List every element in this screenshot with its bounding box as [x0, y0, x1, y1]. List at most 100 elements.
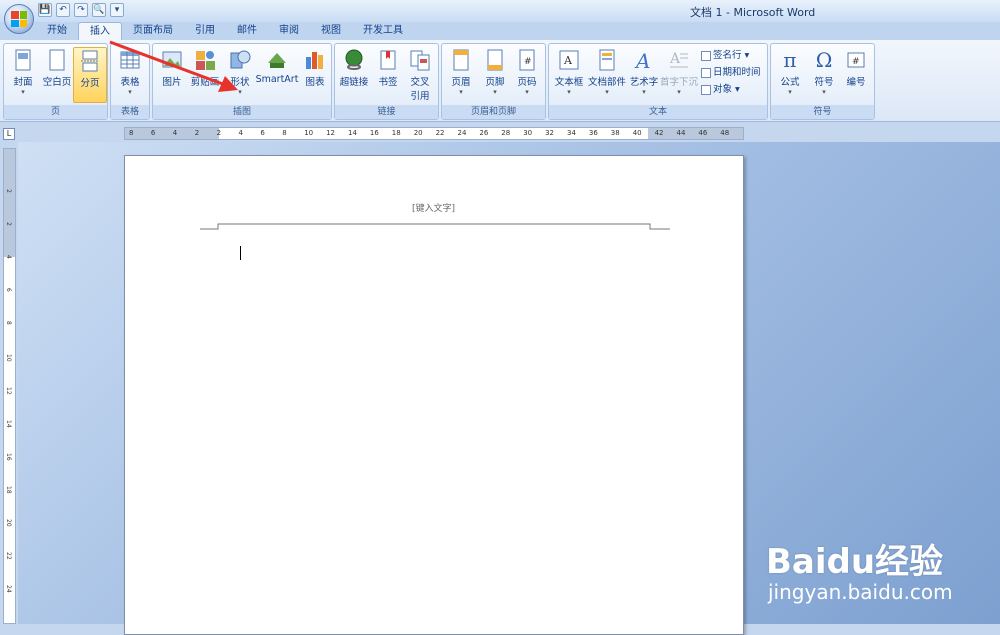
baidu-logo: Baidu经验 [766, 542, 944, 582]
undo-button[interactable]: ↶ [56, 3, 70, 17]
print-preview-button[interactable]: 🔍 [92, 3, 106, 17]
office-button[interactable] [4, 4, 34, 34]
equation-label: 公式 [780, 77, 800, 88]
symbol-button[interactable]: Ω 符号 ▾ [807, 47, 841, 103]
ruler-tick: 4 [172, 129, 178, 137]
table-label: 表格 [120, 77, 140, 88]
date-time-label: 日期和时间 [713, 67, 761, 78]
tab-selector-button[interactable]: L [3, 128, 15, 140]
header-button[interactable]: 页眉 ▾ [444, 47, 478, 103]
document-page[interactable]: [键入文字] [124, 155, 744, 635]
date-time-button[interactable]: 日期和时间 [701, 66, 761, 80]
object-icon [701, 84, 711, 95]
tab-references[interactable]: 引用 [184, 22, 226, 40]
customize-qat-button[interactable]: ▾ [110, 3, 124, 17]
hyperlink-label: 超链接 [339, 77, 369, 88]
group-symbols-label: 符号 [771, 105, 874, 119]
text-box-label: 文本框 [554, 77, 584, 88]
footer-label: 页脚 [485, 77, 505, 88]
text-box-button[interactable]: A 文本框 ▾ [551, 47, 587, 103]
ruler-tick: 6 [150, 129, 156, 137]
ruler-tick: 24 [5, 585, 12, 593]
drop-cap-button[interactable]: A 首字下沉 ▾ [659, 47, 699, 103]
svg-text:A: A [563, 54, 573, 67]
numbering-button[interactable]: # 编号 [839, 47, 873, 103]
quick-parts-label: 文档部件 [587, 77, 626, 88]
cross-reference-label-1: 交叉 [410, 77, 430, 88]
ruler-tick: 4 [5, 255, 12, 259]
ruler-tick: 8 [129, 129, 134, 137]
chart-label: 图表 [305, 77, 325, 88]
footer-icon [487, 49, 503, 71]
table-icon [120, 51, 140, 69]
tab-developer[interactable]: 开发工具 [352, 22, 414, 40]
hyperlink-icon [345, 49, 363, 70]
wordart-icon: A [634, 49, 650, 71]
tab-insert[interactable]: 插入 [78, 22, 122, 40]
vertical-ruler[interactable]: 2 2 4 6 8 10 12 14 16 18 20 22 24 [3, 148, 16, 624]
ruler-tick: 10 [5, 354, 12, 362]
hyperlink-button[interactable]: 超链接 [337, 47, 371, 103]
ruler-tick: 16 [5, 453, 12, 461]
ruler-tick: 22 [5, 552, 12, 560]
picture-label: 图片 [162, 77, 182, 88]
ruler-tick: 8 [282, 129, 287, 137]
signature-line-icon [701, 50, 711, 61]
redo-button[interactable]: ↷ [74, 3, 88, 17]
page-break-button[interactable]: 分页 [73, 47, 107, 103]
save-button[interactable]: 💾 [38, 3, 52, 17]
header-placeholder-text[interactable]: [键入文字] [412, 201, 455, 214]
table-button[interactable]: 表格 ▾ [113, 47, 147, 103]
text-cursor [240, 246, 241, 260]
svg-text:A: A [634, 49, 650, 71]
header-divider [200, 223, 670, 230]
group-pages-label: 页 [4, 105, 107, 119]
picture-button[interactable]: 图片 [155, 47, 189, 103]
symbol-label: 符号 [814, 77, 834, 88]
object-button[interactable]: 对象 ▾ [701, 83, 740, 97]
ruler-tick: 38 [610, 129, 620, 137]
equation-button[interactable]: π 公式 ▾ [773, 47, 807, 103]
ruler-tick: 12 [5, 387, 12, 395]
bookmark-label: 书签 [378, 77, 398, 88]
tab-mailings[interactable]: 邮件 [226, 22, 268, 40]
bookmark-button[interactable]: 书签 [371, 47, 405, 103]
ruler-tick: 6 [5, 288, 12, 292]
group-text-label: 文本 [549, 105, 767, 119]
quick-parts-button[interactable]: 文档部件 ▾ [587, 47, 627, 103]
ruler-tick: 14 [348, 129, 357, 137]
wordart-button[interactable]: A 艺术字 ▾ [627, 47, 661, 103]
group-tables: 表格 ▾ 表格 [110, 43, 150, 120]
blank-page-button[interactable]: 空白页 [40, 47, 74, 103]
smartart-button[interactable]: SmartArt [255, 47, 299, 103]
quick-parts-icon [599, 49, 615, 71]
picture-icon [162, 51, 182, 68]
cover-page-label: 封面 [13, 77, 33, 88]
group-header-footer: 页眉 ▾ 页脚 ▾ # 页码 ▾ 页眉和页脚 [441, 43, 546, 120]
cross-reference-button[interactable]: 交叉 引用 [403, 47, 437, 103]
page-number-button[interactable]: # 页码 ▾ [510, 47, 544, 103]
ruler-tick: 20 [413, 129, 423, 137]
chart-button[interactable]: 图表 [298, 47, 332, 103]
shapes-button[interactable]: 形状 ▾ [223, 47, 257, 103]
blank-page-label: 空白页 [42, 77, 72, 88]
clip-art-button[interactable]: 剪贴画 [187, 47, 223, 103]
tab-page-layout[interactable]: 页面布局 [122, 22, 184, 40]
ruler-tick: 48 [720, 129, 730, 137]
signature-line-button[interactable]: 签名行 ▾ [701, 49, 749, 63]
ruler-tick: 16 [369, 129, 379, 137]
tab-review[interactable]: 审阅 [268, 22, 310, 40]
footer-button[interactable]: 页脚 ▾ [478, 47, 512, 103]
cross-reference-label-2: 引用 [410, 91, 430, 102]
ruler-tick: 36 [588, 129, 598, 137]
numbering-label: 编号 [846, 77, 866, 88]
tab-home[interactable]: 开始 [36, 22, 78, 40]
ruler-tick: 14 [5, 420, 12, 428]
cover-page-button[interactable]: 封面 ▾ [6, 47, 40, 103]
object-label: 对象 [713, 84, 733, 95]
ruler-tick: 18 [391, 129, 401, 137]
horizontal-ruler[interactable]: 8 6 4 2 2 4 6 8 10 12 14 16 18 20 22 24 26 28 30 32 34 36 38 40… [124, 127, 744, 140]
page-break-label: 分页 [80, 78, 100, 89]
tab-view[interactable]: 视图 [310, 22, 352, 40]
svg-text:#: # [524, 57, 532, 67]
